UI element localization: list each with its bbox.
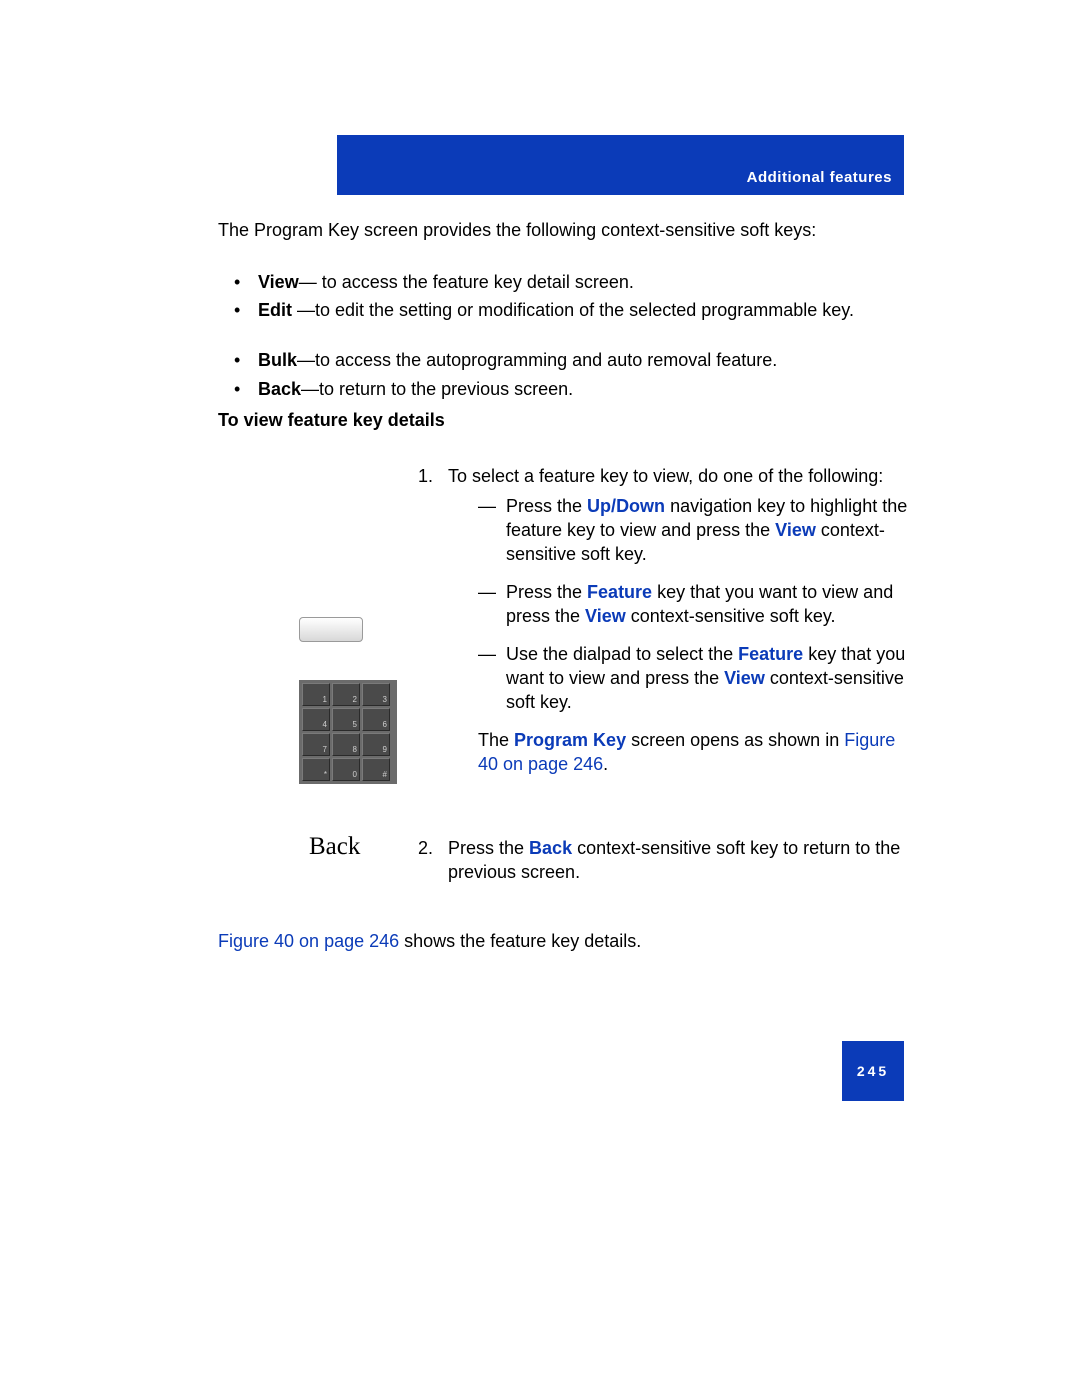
- bullet-edit-key: Edit: [258, 300, 292, 320]
- dialpad-key: *: [302, 758, 330, 781]
- step-1-lead: To select a feature key to view, do one …: [448, 466, 883, 486]
- page-number: 245: [857, 1063, 889, 1079]
- text: Press the: [506, 582, 587, 602]
- bullet-dot-icon: •: [234, 379, 240, 400]
- view-key-label: View: [724, 668, 765, 688]
- dialpad-key: 7: [302, 733, 330, 756]
- step-1-option-3: — Use the dialpad to select the Feature …: [478, 642, 908, 714]
- back-key-label: Back: [529, 838, 572, 858]
- page-header-bar: Additional features: [337, 135, 904, 195]
- dash-icon: —: [478, 642, 496, 666]
- program-key-label: Program Key: [514, 730, 626, 750]
- figure-reference-paragraph: Figure 40 on page 246 shows the feature …: [218, 931, 908, 952]
- bullet-view-key: View: [258, 272, 299, 292]
- softkey-back-label: Back: [309, 833, 360, 861]
- bullet-bulk-key: Bulk: [258, 350, 297, 370]
- feature-key-label: Feature: [738, 644, 803, 664]
- bullet-view: • View— to access the feature key detail…: [234, 272, 908, 293]
- text: .: [603, 754, 608, 774]
- page-number-tab: 245: [842, 1041, 904, 1101]
- view-key-label: View: [775, 520, 816, 540]
- step-2-number: 2.: [418, 836, 433, 860]
- softkey-icon: [299, 617, 363, 642]
- text: Press the: [448, 838, 529, 858]
- step-1-number: 1.: [418, 464, 433, 488]
- step-2: 2. Press the Back context-sensitive soft…: [418, 836, 908, 884]
- bullet-view-text: — to access the feature key detail scree…: [299, 272, 634, 292]
- bullet-edit: • Edit —to edit the setting or modificat…: [234, 300, 914, 321]
- down-key-label: Down: [616, 496, 665, 516]
- text: Press the: [506, 496, 587, 516]
- dialpad-key: 3: [362, 683, 390, 706]
- text: screen opens as shown in: [626, 730, 844, 750]
- dialpad-key: 8: [332, 733, 360, 756]
- text: shows the feature key details.: [399, 931, 641, 951]
- bullet-dot-icon: •: [234, 350, 240, 371]
- dialpad-key: 9: [362, 733, 390, 756]
- step-1: 1. To select a feature key to view, do o…: [418, 464, 908, 776]
- bullet-back-key: Back: [258, 379, 301, 399]
- dialpad-icon: 1 2 3 4 5 6 7 8 9 * 0 #: [299, 680, 397, 784]
- text: Use the dialpad to select the: [506, 644, 738, 664]
- dialpad-key: 2: [332, 683, 360, 706]
- page-header-title: Additional features: [747, 169, 892, 186]
- program-key-result: The Program Key screen opens as shown in…: [478, 728, 908, 776]
- dash-icon: —: [478, 580, 496, 604]
- dialpad-key: 5: [332, 708, 360, 731]
- intro-paragraph: The Program Key screen provides the foll…: [218, 218, 908, 242]
- up-key-label: Up: [587, 496, 611, 516]
- step-1-option-2: — Press the Feature key that you want to…: [478, 580, 908, 628]
- dash-icon: —: [478, 494, 496, 518]
- dialpad-key: #: [362, 758, 390, 781]
- section-heading: To view feature key details: [218, 410, 445, 431]
- bullet-bulk: • Bulk—to access the autoprogramming and…: [234, 350, 914, 371]
- figure-40-link[interactable]: Figure 40 on page 246: [218, 931, 399, 951]
- step-1-option-1: — Press the Up/Down navigation key to hi…: [478, 494, 908, 566]
- dialpad-key: 4: [302, 708, 330, 731]
- dialpad-key: 6: [362, 708, 390, 731]
- bullet-back-text: —to return to the previous screen.: [301, 379, 573, 399]
- view-key-label: View: [585, 606, 626, 626]
- text: The: [478, 730, 514, 750]
- text: context-sensitive soft key.: [626, 606, 836, 626]
- bullet-dot-icon: •: [234, 300, 240, 321]
- bullet-dot-icon: •: [234, 272, 240, 293]
- bullet-bulk-text: —to access the autoprogramming and auto …: [297, 350, 777, 370]
- dialpad-key: 0: [332, 758, 360, 781]
- feature-key-label: Feature: [587, 582, 652, 602]
- dialpad-key: 1: [302, 683, 330, 706]
- bullet-edit-text: —to edit the setting or modification of …: [292, 300, 854, 320]
- bullet-back: • Back—to return to the previous screen.: [234, 379, 914, 400]
